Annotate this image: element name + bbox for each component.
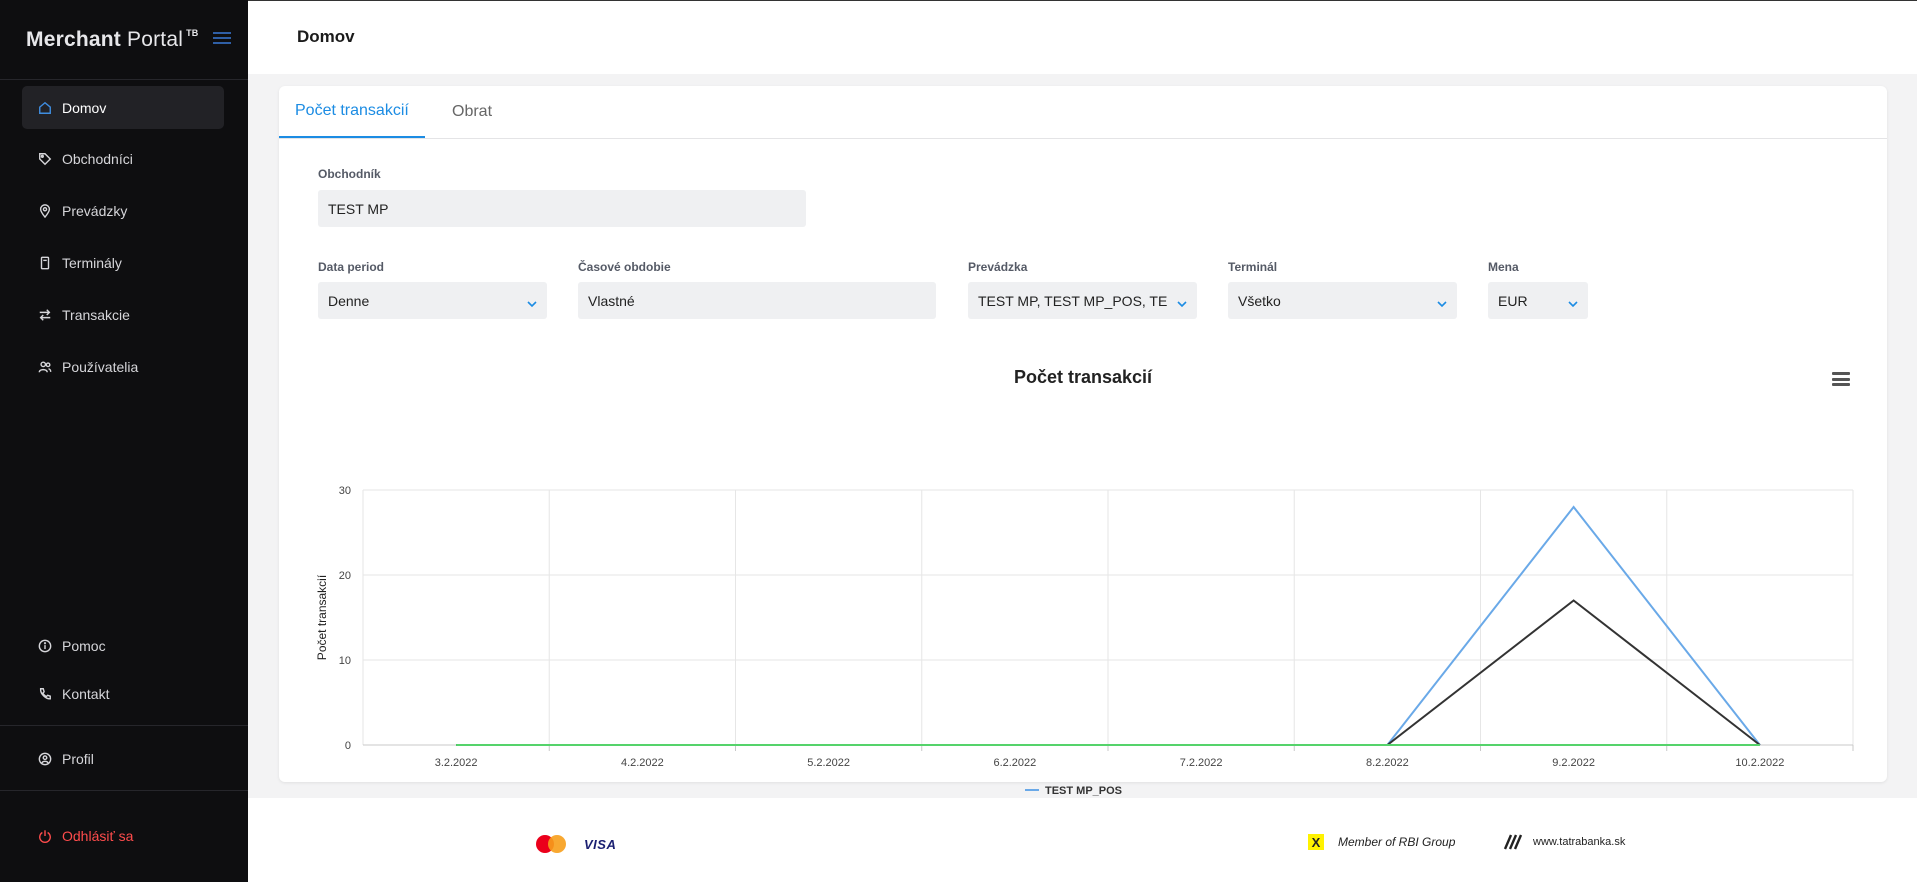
sidebar-item-terminaly[interactable]: Terminály xyxy=(22,241,224,284)
currency-label: Mena xyxy=(1488,260,1519,274)
time-period-label: Časové obdobie xyxy=(578,260,671,274)
tab-bar: Počet transakcií Obrat xyxy=(279,86,1887,139)
raiffeisen-logo: X xyxy=(1308,834,1324,850)
info-icon xyxy=(38,639,52,653)
sidebar-item-prevadzky[interactable]: Prevádzky xyxy=(22,189,224,232)
currency-select[interactable]: EUR xyxy=(1488,282,1588,319)
chevron-down-icon xyxy=(1177,295,1187,308)
sidebar-item-domov[interactable]: Domov xyxy=(22,86,224,129)
y-tick-label: 10 xyxy=(339,655,351,667)
y-axis-label: Počet transakcií xyxy=(315,574,329,660)
time-period-field[interactable]: Vlastné xyxy=(578,282,936,319)
tab-obrat[interactable]: Obrat xyxy=(452,86,492,138)
sidebar: Merchant Portal TB Domov Obchodníci Prevá… xyxy=(0,0,248,882)
sidebar-divider xyxy=(0,790,248,791)
x-tick-label: 4.2.2022 xyxy=(621,757,664,769)
tatrabanka-logo xyxy=(1503,834,1523,850)
page-title: Domov xyxy=(297,27,355,46)
shop-select[interactable]: TEST MP, TEST MP_POS, TE xyxy=(968,282,1197,319)
x-tick-label: 10.2.2022 xyxy=(1735,757,1784,769)
x-tick-label: 6.2.2022 xyxy=(993,757,1036,769)
terminal-select[interactable]: Všetko xyxy=(1228,282,1457,319)
x-tick-label: 3.2.2022 xyxy=(435,757,478,769)
sidebar-divider xyxy=(0,725,248,726)
data-period-label: Data period xyxy=(318,260,385,274)
x-tick-label: 5.2.2022 xyxy=(807,757,850,769)
users-icon xyxy=(38,360,52,374)
visa-logo: VISA xyxy=(584,836,617,852)
merchant-label: Obchodník xyxy=(318,167,381,181)
home-icon xyxy=(38,101,52,115)
sidebar-item-transakcie[interactable]: Transakcie xyxy=(22,293,224,336)
main-card: Počet transakcií Obrat Obchodník TEST MP… xyxy=(279,86,1887,796)
brand-logo[interactable]: Merchant Portal TB xyxy=(26,28,198,52)
x-tick-label: 8.2.2022 xyxy=(1366,757,1409,769)
x-tick-label: 7.2.2022 xyxy=(1180,757,1223,769)
sidebar-item-pouzivatelia[interactable]: Používatelia xyxy=(22,345,224,388)
sidebar-item-kontakt[interactable]: Kontakt xyxy=(22,672,224,715)
y-tick-label: 30 xyxy=(339,485,351,497)
sidebar-item-pomoc[interactable]: Pomoc xyxy=(22,624,224,667)
chevron-down-icon xyxy=(1568,295,1578,308)
sidebar-item-profil[interactable]: Profil xyxy=(22,737,224,780)
power-icon xyxy=(38,829,52,843)
tab-pocet-transakcii[interactable]: Počet transakcií xyxy=(279,86,425,138)
menu-toggle-icon[interactable] xyxy=(213,32,231,46)
phone-icon xyxy=(38,687,52,701)
rbi-member: X Member of RBI Group xyxy=(1308,834,1455,850)
chevron-down-icon xyxy=(527,295,537,308)
chevron-down-icon xyxy=(1437,295,1447,308)
merchant-field[interactable]: TEST MP xyxy=(318,190,806,227)
y-tick-label: 20 xyxy=(339,570,351,582)
shop-label: Prevádzka xyxy=(968,260,1028,274)
data-period-select[interactable]: Denne xyxy=(318,282,547,319)
topbar: Domov xyxy=(248,0,1917,74)
tatrabanka-link[interactable]: www.tatrabanka.sk xyxy=(1503,834,1625,850)
brand: Merchant Portal TB xyxy=(0,0,248,80)
terminal-label: Terminál xyxy=(1228,260,1278,274)
x-tick-label: 9.2.2022 xyxy=(1552,757,1595,769)
tag-icon xyxy=(38,152,52,166)
transfer-arrows-icon xyxy=(38,308,52,322)
footer: VISA X Member of RBI Group www.tatrabank… xyxy=(248,798,1917,882)
mastercard-logo xyxy=(536,834,568,854)
terminal-icon xyxy=(38,256,52,270)
logout-button[interactable]: Odhlásiť sa xyxy=(22,814,224,857)
profile-icon xyxy=(38,752,52,766)
legend-label: TEST MP_POS xyxy=(1045,785,1122,796)
line-chart: 0 10 20 30 3.2.2022 4.2.2022 5.2.2022 6.2.2022 7… xyxy=(315,485,1854,796)
location-pin-icon xyxy=(38,203,52,218)
payment-logos: VISA xyxy=(536,834,616,854)
sidebar-item-obchodnici[interactable]: Obchodníci xyxy=(22,137,224,180)
y-tick-label: 0 xyxy=(345,740,351,752)
